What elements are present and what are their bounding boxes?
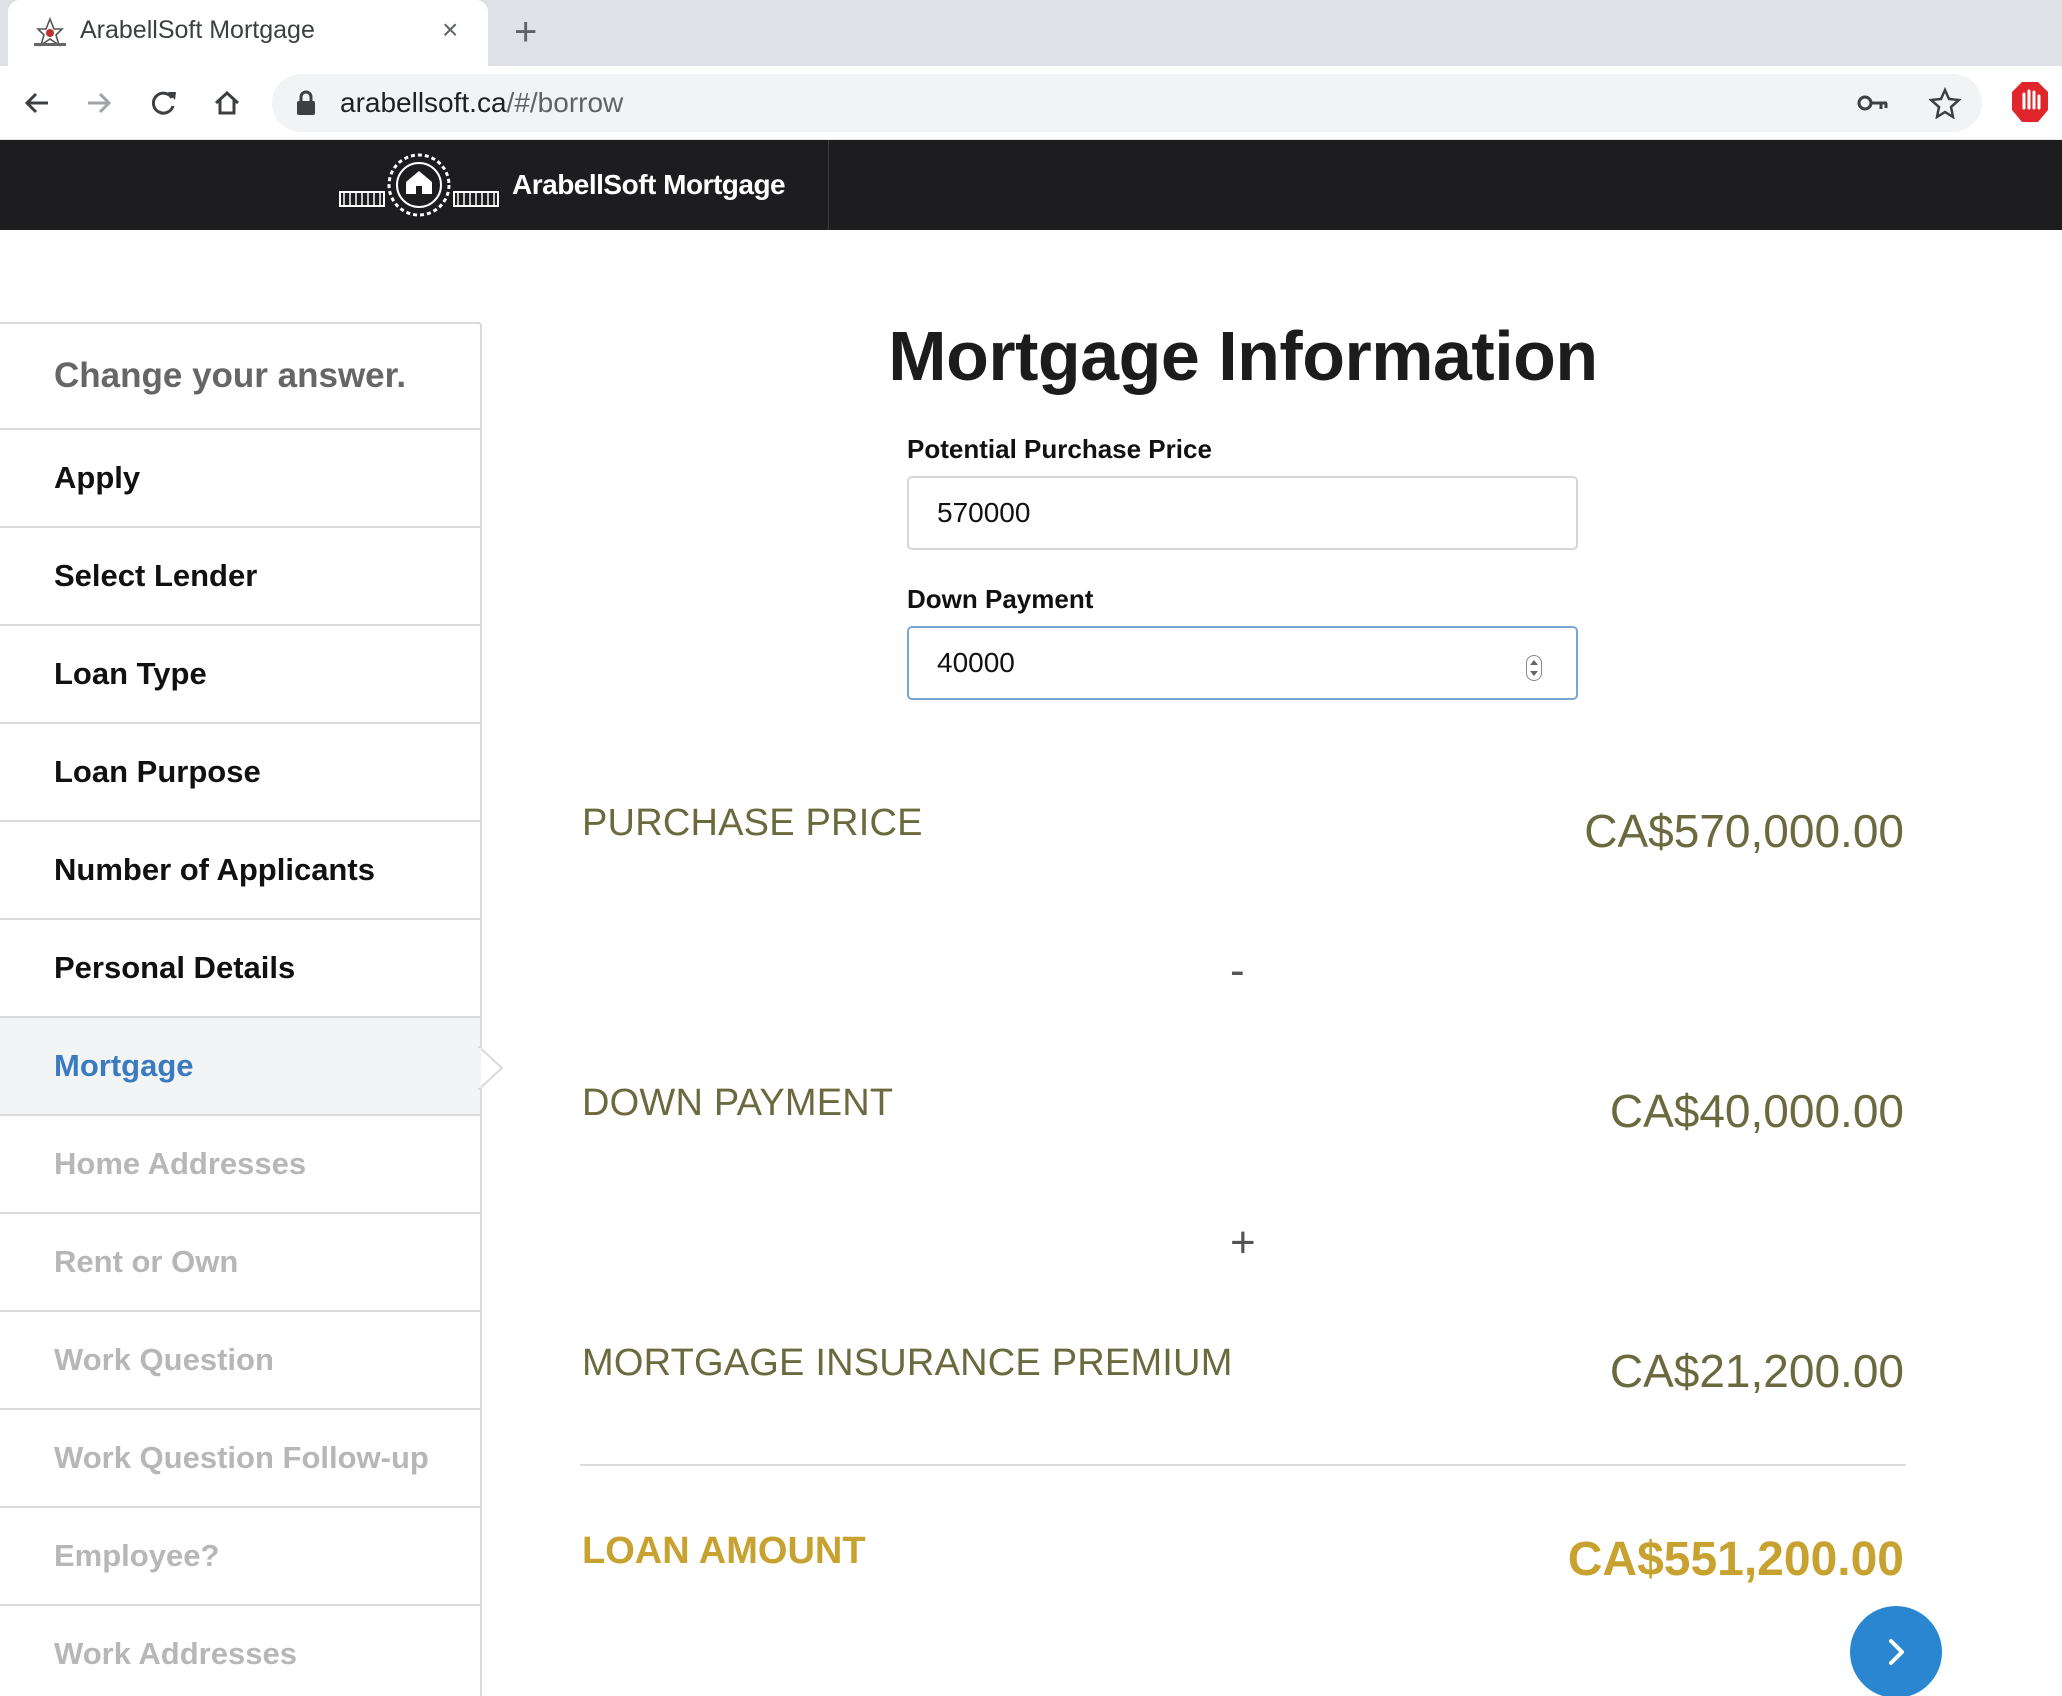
browser-tab[interactable]: ArabellSoft Mortgage × [8,0,488,66]
down-payment-stepper[interactable] [1526,655,1542,681]
sidebar-item-apply[interactable]: Apply [0,430,480,528]
url-text: arabellsoft.ca/#/borrow [340,87,623,119]
sidebar-item-loan-type[interactable]: Loan Type [0,626,480,724]
reload-icon[interactable] [140,80,186,126]
sidebar-item-work-question-follow-up[interactable]: Work Question Follow-up [0,1410,480,1508]
purchase-price-summary-label: PURCHASE PRICE [582,802,923,844]
down-payment-label: Down Payment [907,584,1094,614]
purchase-price-label: Potential Purchase Price [907,434,1212,464]
sidebar-item-loan-purpose[interactable]: Loan Purpose [0,724,480,822]
progress-sidebar: Change your answer. Apply Select Lender … [0,322,482,1696]
purchase-price-input[interactable] [907,476,1578,550]
browser-tab-bar: ArabellSoft Mortgage × + [0,0,2062,66]
sidebar-heading: Change your answer. [0,324,480,430]
down-payment-summary-label: DOWN PAYMENT [582,1082,894,1124]
url-host: arabellsoft.ca [340,87,507,118]
loan-amount-label: LOAN AMOUNT [582,1530,866,1572]
key-icon[interactable] [1856,86,1890,120]
sidebar-item-select-lender[interactable]: Select Lender [0,528,480,626]
sidebar-item-work-addresses[interactable]: Work Addresses [0,1606,480,1696]
down-payment-input[interactable] [907,626,1578,700]
purchase-price-summary-value: CA$570,000.00 [1584,805,1904,857]
tab-title: ArabellSoft Mortgage [80,16,315,44]
sidebar-item-home-addresses[interactable]: Home Addresses [0,1116,480,1214]
loan-amount-value: CA$551,200.00 [1567,1533,1904,1586]
browser-toolbar: arabellsoft.ca/#/borrow [0,66,2062,140]
chevron-right-icon [1889,1639,1904,1665]
total-divider [580,1464,1906,1466]
sidebar-item-number-of-applicants[interactable]: Number of Applicants [0,822,480,920]
active-step-pointer-icon [478,1046,504,1090]
app-header: ArabellSoft Mortgage [0,140,2062,230]
plus-operator: + [1230,1218,1256,1267]
url-path: /#/borrow [506,87,624,118]
sidebar-item-employee[interactable]: Employee? [0,1508,480,1606]
arabellsoft-logo-icon [339,153,499,217]
minus-operator: - [1230,946,1245,995]
arabellsoft-favicon-icon [34,16,66,47]
bookmark-star-icon[interactable] [1928,86,1962,120]
new-tab-icon[interactable]: + [514,8,537,56]
header-divider [828,140,829,230]
next-button[interactable] [1850,1606,1942,1696]
page-title: Mortgage Information [888,317,1598,395]
brand-link[interactable]: ArabellSoft Mortgage [338,148,786,222]
address-bar[interactable]: arabellsoft.ca/#/borrow [272,74,1982,132]
adblock-extension-icon[interactable] [2010,80,2050,124]
sidebar-item-rent-or-own[interactable]: Rent or Own [0,1214,480,1312]
forward-icon[interactable] [76,80,122,126]
tab-close-icon[interactable]: × [442,14,458,46]
sidebar-item-work-question[interactable]: Work Question [0,1312,480,1410]
sidebar-item-personal-details[interactable]: Personal Details [0,920,480,1018]
down-payment-summary-value: CA$40,000.00 [1609,1085,1904,1137]
back-icon[interactable] [14,80,60,126]
lock-icon [297,90,315,115]
home-icon[interactable] [204,80,250,126]
insurance-premium-value: CA$21,200.00 [1609,1345,1904,1397]
sidebar-item-mortgage[interactable]: Mortgage [0,1018,480,1116]
insurance-premium-label: MORTGAGE INSURANCE PREMIUM [582,1342,1233,1384]
brand-name: ArabellSoft Mortgage [512,169,786,200]
